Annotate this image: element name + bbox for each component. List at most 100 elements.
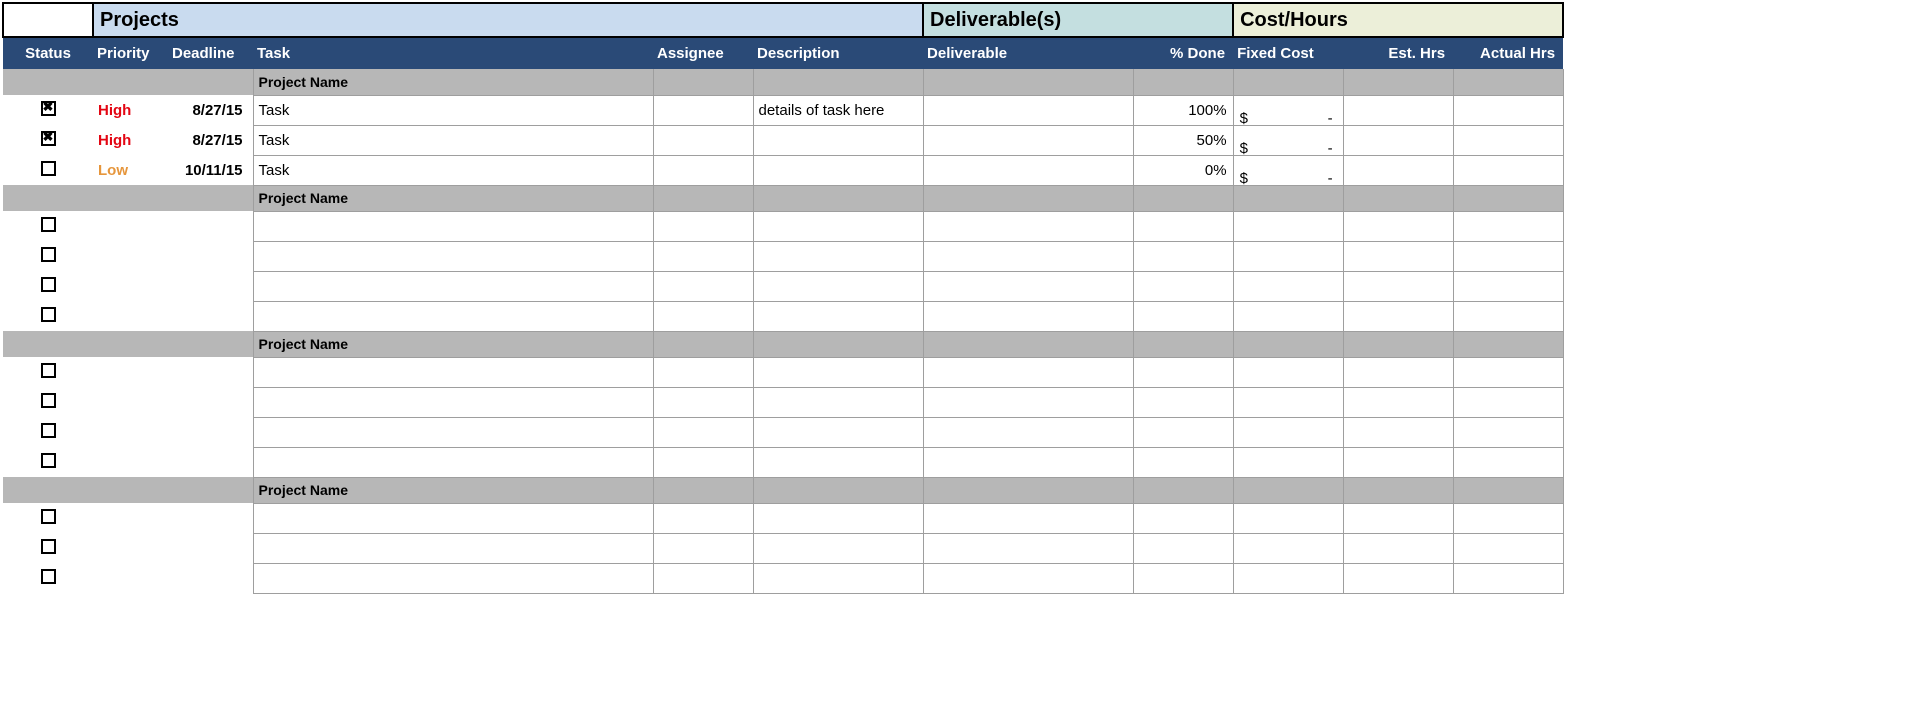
pct-done-cell[interactable]: 0% [1133,155,1233,185]
task-cell[interactable] [253,301,653,331]
fixed-cost-cell[interactable] [1233,241,1343,271]
pct-done-cell[interactable] [1133,447,1233,477]
actual-hrs-cell[interactable] [1453,271,1563,301]
priority-cell[interactable] [93,241,168,271]
deliverable-cell[interactable] [923,271,1133,301]
priority-cell[interactable]: High [93,125,168,155]
assignee-cell[interactable] [653,301,753,331]
task-cell[interactable] [253,563,653,593]
pct-done-cell[interactable] [1133,241,1233,271]
deliverable-cell[interactable] [923,125,1133,155]
task-row[interactable]: High8/27/15Taskdetails of task here100%$… [3,95,1563,125]
actual-hrs-cell[interactable] [1453,417,1563,447]
deadline-cell[interactable] [168,563,253,593]
priority-cell[interactable] [93,447,168,477]
deadline-cell[interactable] [168,357,253,387]
assignee-cell[interactable] [653,503,753,533]
checkbox-icon[interactable] [41,453,56,468]
fixed-cost-cell[interactable] [1233,357,1343,387]
task-row[interactable] [3,211,1563,241]
fixed-cost-cell[interactable]: $- [1233,155,1343,185]
actual-hrs-cell[interactable] [1453,503,1563,533]
task-row[interactable]: Low10/11/15Task0%$- [3,155,1563,185]
task-cell[interactable]: Task [253,155,653,185]
deliverable-cell[interactable] [923,241,1133,271]
pct-done-cell[interactable] [1133,301,1233,331]
priority-cell[interactable] [93,301,168,331]
assignee-cell[interactable] [653,563,753,593]
est-hrs-cell[interactable] [1343,271,1453,301]
status-checkbox[interactable] [3,417,93,447]
description-cell[interactable] [753,271,923,301]
priority-cell[interactable] [93,211,168,241]
deliverable-cell[interactable] [923,417,1133,447]
checkbox-icon[interactable] [41,423,56,438]
deliverable-cell[interactable] [923,563,1133,593]
status-checkbox[interactable] [3,271,93,301]
status-checkbox[interactable] [3,533,93,563]
assignee-cell[interactable] [653,155,753,185]
deliverable-cell[interactable] [923,301,1133,331]
est-hrs-cell[interactable] [1343,533,1453,563]
status-checkbox[interactable] [3,357,93,387]
assignee-cell[interactable] [653,241,753,271]
priority-cell[interactable] [93,417,168,447]
task-row[interactable] [3,447,1563,477]
description-cell[interactable]: details of task here [753,95,923,125]
deliverable-cell[interactable] [923,447,1133,477]
status-checkbox[interactable] [3,503,93,533]
status-checkbox[interactable] [3,241,93,271]
description-cell[interactable] [753,417,923,447]
priority-cell[interactable] [93,271,168,301]
fixed-cost-cell[interactable] [1233,271,1343,301]
deliverable-cell[interactable] [923,357,1133,387]
checkbox-icon[interactable] [41,539,56,554]
description-cell[interactable] [753,357,923,387]
assignee-cell[interactable] [653,95,753,125]
description-cell[interactable] [753,211,923,241]
task-cell[interactable] [253,417,653,447]
checkbox-icon[interactable] [41,101,56,116]
pct-done-cell[interactable]: 50% [1133,125,1233,155]
deadline-cell[interactable] [168,533,253,563]
priority-cell[interactable] [93,503,168,533]
est-hrs-cell[interactable] [1343,357,1453,387]
description-cell[interactable] [753,563,923,593]
pct-done-cell[interactable] [1133,357,1233,387]
task-cell[interactable]: Task [253,125,653,155]
checkbox-icon[interactable] [41,509,56,524]
task-cell[interactable] [253,271,653,301]
actual-hrs-cell[interactable] [1453,155,1563,185]
est-hrs-cell[interactable] [1343,155,1453,185]
deadline-cell[interactable] [168,211,253,241]
task-row[interactable] [3,563,1563,593]
priority-cell[interactable]: High [93,95,168,125]
checkbox-icon[interactable] [41,217,56,232]
task-cell[interactable] [253,533,653,563]
status-checkbox[interactable] [3,211,93,241]
task-row[interactable]: High8/27/15Task50%$- [3,125,1563,155]
task-cell[interactable]: Task [253,95,653,125]
priority-cell[interactable] [93,357,168,387]
status-checkbox[interactable] [3,95,93,125]
deliverable-cell[interactable] [923,155,1133,185]
est-hrs-cell[interactable] [1343,125,1453,155]
deliverable-cell[interactable] [923,211,1133,241]
pct-done-cell[interactable] [1133,503,1233,533]
deadline-cell[interactable] [168,417,253,447]
description-cell[interactable] [753,387,923,417]
est-hrs-cell[interactable] [1343,563,1453,593]
checkbox-icon[interactable] [41,247,56,262]
project-tracker-table[interactable]: Projects Deliverable(s) Cost/Hours Statu… [2,2,1564,594]
deadline-cell[interactable] [168,387,253,417]
fixed-cost-cell[interactable] [1233,211,1343,241]
deliverable-cell[interactable] [923,95,1133,125]
description-cell[interactable] [753,155,923,185]
task-row[interactable] [3,241,1563,271]
fixed-cost-cell[interactable] [1233,563,1343,593]
deliverable-cell[interactable] [923,387,1133,417]
assignee-cell[interactable] [653,271,753,301]
checkbox-icon[interactable] [41,131,56,146]
pct-done-cell[interactable] [1133,563,1233,593]
status-checkbox[interactable] [3,387,93,417]
